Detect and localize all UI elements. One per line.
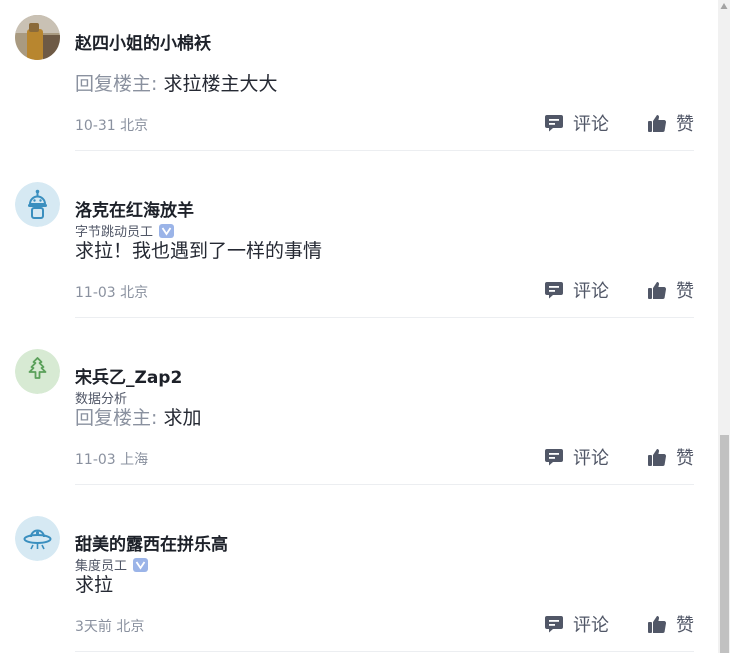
user-avatar[interactable]: [15, 182, 60, 227]
comment-button[interactable]: 评论: [544, 110, 609, 136]
reply-prefix: 回复楼主:: [75, 407, 164, 429]
comment-bubble-icon: [544, 280, 564, 300]
tree-avatar-icon: [15, 349, 60, 394]
comment-divider: [75, 484, 694, 485]
comment-meta: 10-31 北京: [75, 118, 149, 134]
comment-item: 甜美的露西在拼乐高 集度员工 求拉 3天前 北京 评论 赞: [0, 488, 718, 653]
comment-body: 求拉: [75, 574, 114, 596]
comment-divider: [75, 651, 694, 652]
comment-text: 回复楼主: 求拉楼主大大: [75, 69, 277, 96]
like-button[interactable]: 赞: [647, 444, 694, 470]
user-avatar[interactable]: [15, 349, 60, 394]
comment-bubble-icon: [544, 113, 564, 133]
like-button[interactable]: 赞: [647, 277, 694, 303]
comment-meta: 11-03 北京: [75, 285, 149, 301]
verified-badge-icon: [133, 557, 149, 572]
reply-prefix: 回复楼主:: [75, 73, 164, 95]
comment-button-label: 评论: [573, 448, 609, 469]
user-name[interactable]: 宋兵乙_Zap2: [75, 363, 182, 388]
comment-item: 赵四小姐的小棉袄 回复楼主: 求拉楼主大大 10-31 北京 评论 赞: [0, 0, 718, 154]
comment-button[interactable]: 评论: [544, 444, 609, 470]
comment-divider: [75, 317, 694, 318]
comment-button-label: 评论: [573, 281, 609, 302]
comment-button-label: 评论: [573, 615, 609, 636]
comment-meta: 3天前 北京: [75, 619, 145, 635]
like-button[interactable]: 赞: [647, 611, 694, 637]
comment-body: 求拉楼主大大: [163, 73, 278, 95]
like-button-label: 赞: [676, 114, 694, 135]
comment-button-label: 评论: [573, 114, 609, 135]
like-button[interactable]: 赞: [647, 110, 694, 136]
comment-text: 回复楼主: 求加: [75, 403, 201, 430]
like-button-label: 赞: [676, 615, 694, 636]
comment-item: 宋兵乙_Zap2 数据分析 回复楼主: 求加 11-03 上海 评论 赞: [0, 321, 718, 488]
ufo-avatar-icon: [15, 516, 60, 561]
comment-item: 洛克在红海放羊 字节跳动员工 求拉！我也遇到了一样的事情 11-03 北京 评论…: [0, 154, 718, 321]
like-button-label: 赞: [676, 281, 694, 302]
comment-list: 赵四小姐的小棉袄 回复楼主: 求拉楼主大大 10-31 北京 评论 赞 洛克在红…: [0, 0, 718, 653]
like-button-label: 赞: [676, 448, 694, 469]
user-name[interactable]: 赵四小姐的小棉袄: [75, 29, 211, 54]
comment-text: 求拉！我也遇到了一样的事情: [75, 236, 322, 263]
comment-body: 求加: [163, 407, 202, 429]
user-avatar[interactable]: [15, 15, 60, 60]
comment-meta: 11-03 上海: [75, 452, 149, 468]
user-avatar[interactable]: [15, 516, 60, 561]
robot-avatar-icon: [15, 182, 60, 227]
user-name[interactable]: 洛克在红海放羊: [75, 196, 194, 221]
comment-button[interactable]: 评论: [544, 277, 609, 303]
thumbs-up-icon: [647, 447, 667, 467]
user-name[interactable]: 甜美的露西在拼乐高: [75, 530, 228, 555]
comment-body: 求拉！我也遇到了一样的事情: [75, 240, 323, 262]
comment-text: 求拉: [75, 570, 113, 597]
photo-avatar-icon: [15, 15, 60, 60]
thumbs-up-icon: [647, 113, 667, 133]
thumbs-up-icon: [647, 614, 667, 634]
comment-divider: [75, 150, 694, 151]
comment-bubble-icon: [544, 614, 564, 634]
comment-bubble-icon: [544, 447, 564, 467]
thumbs-up-icon: [647, 280, 667, 300]
scroll-up-arrow-icon[interactable]: [720, 2, 728, 12]
comment-button[interactable]: 评论: [544, 611, 609, 637]
scrollbar-thumb[interactable]: [720, 435, 729, 653]
